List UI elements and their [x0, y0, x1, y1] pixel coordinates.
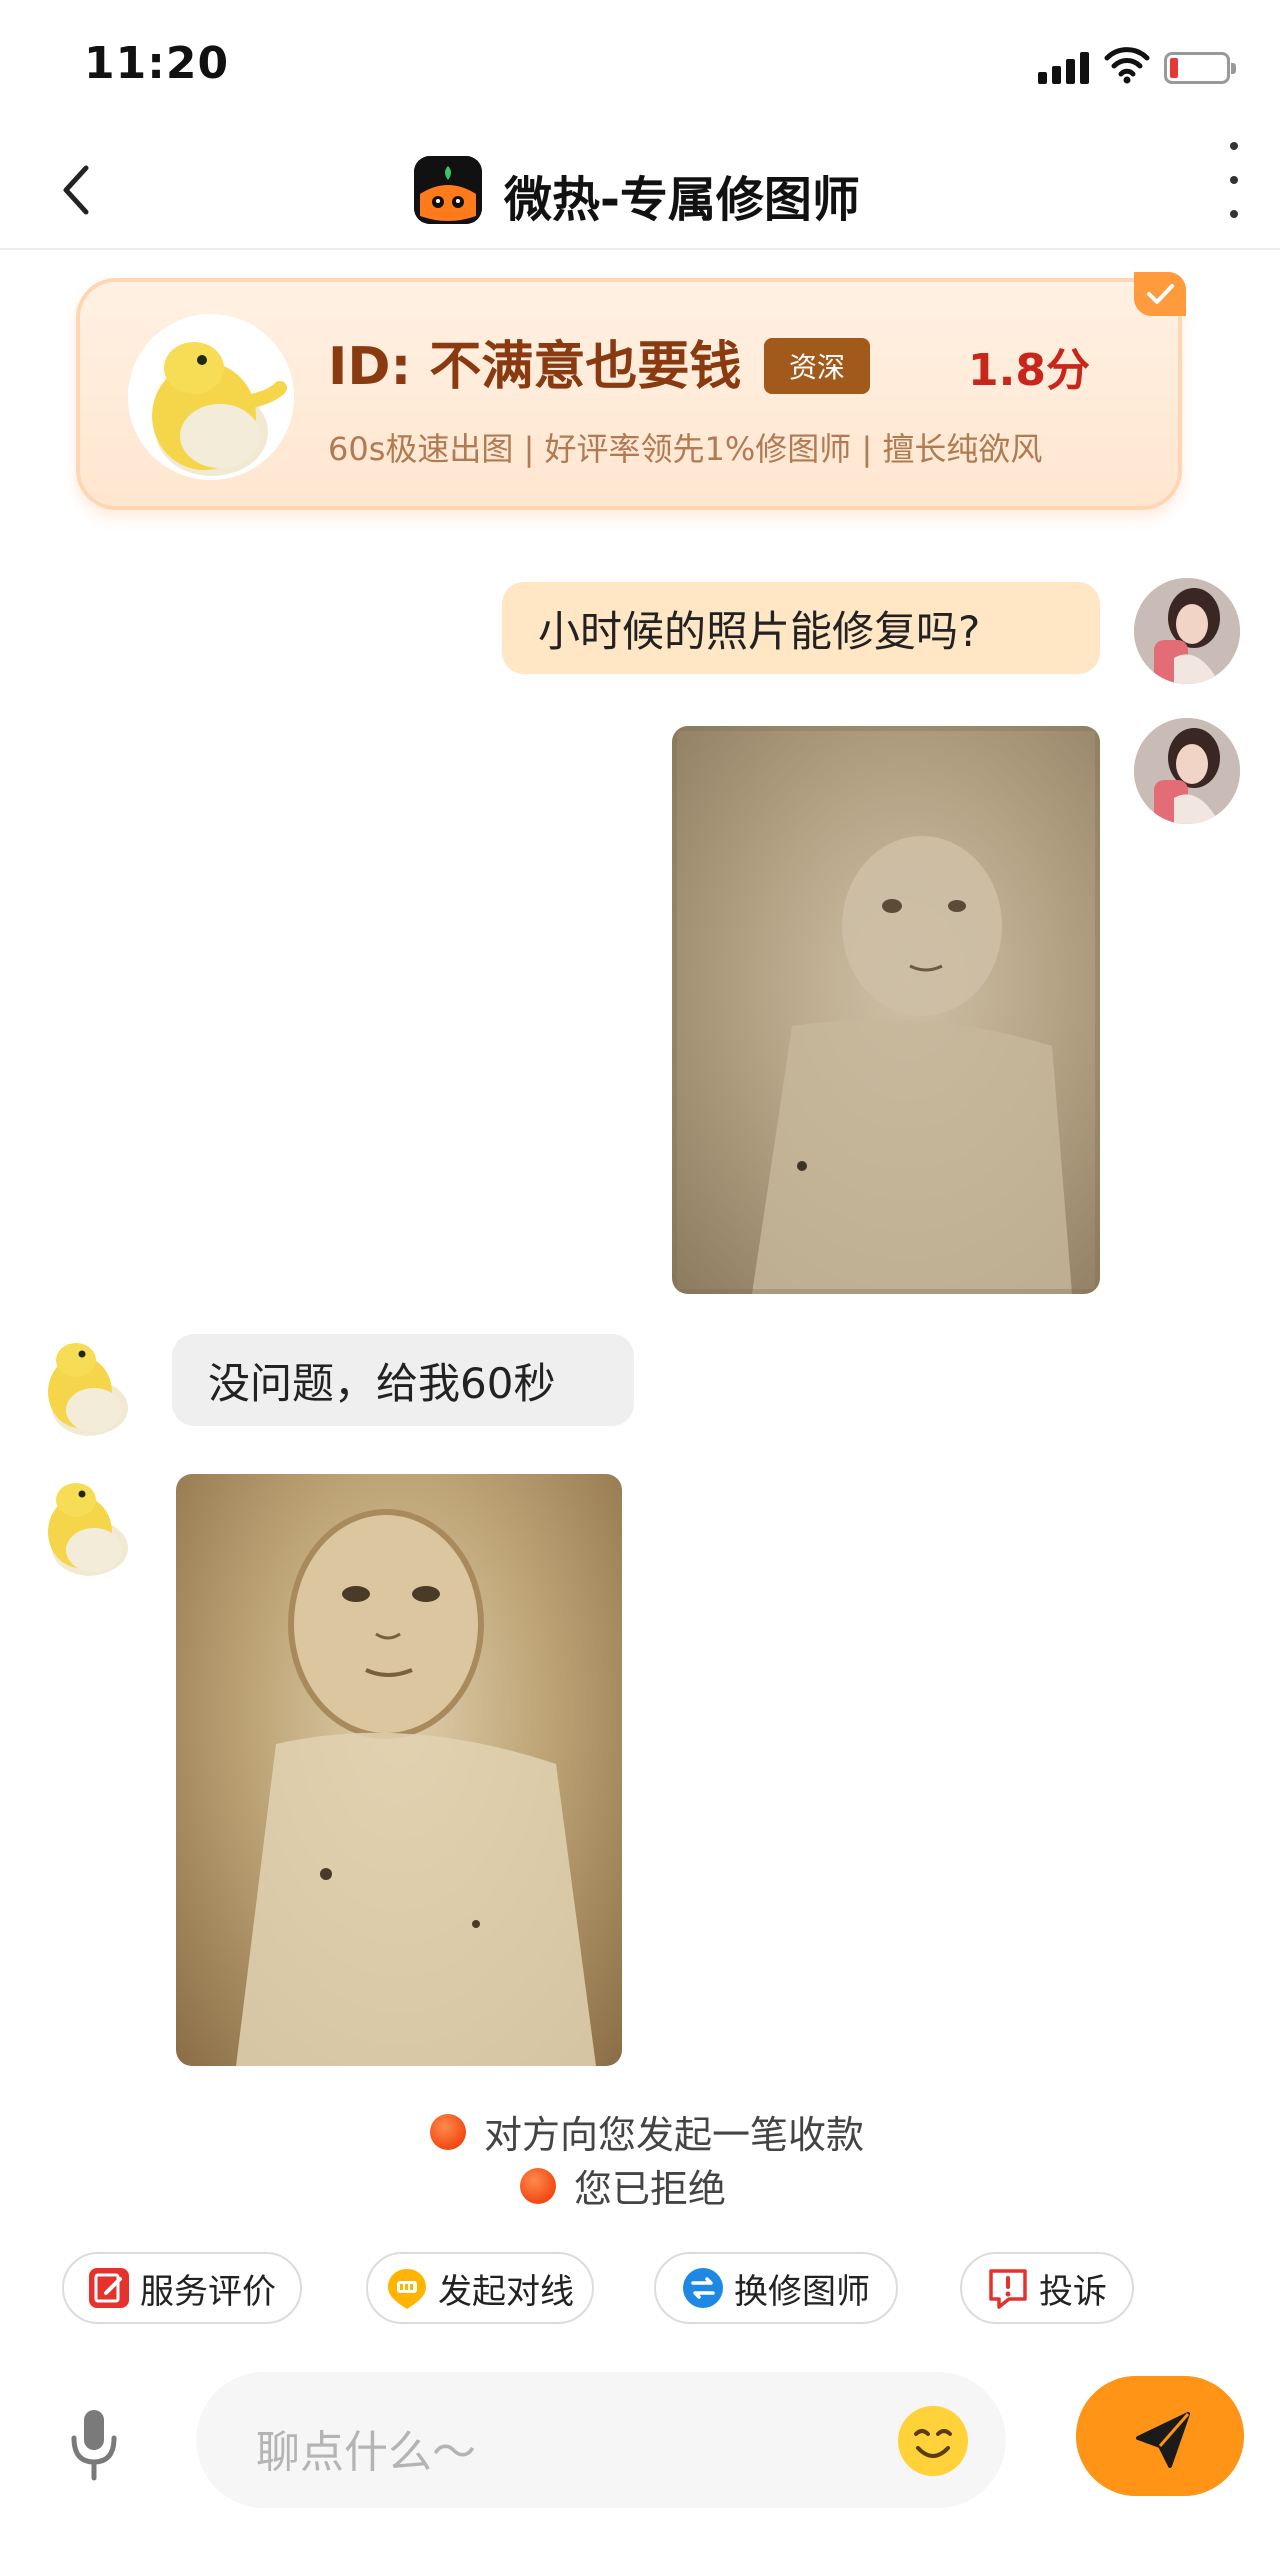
battery-icon — [1164, 52, 1236, 84]
chip-label: 服务评价 — [140, 2271, 276, 2312]
wifi-icon — [1104, 47, 1150, 84]
retoucher-avatar-small[interactable] — [32, 1466, 142, 1576]
verified-check-icon — [1134, 272, 1186, 316]
notice-dot-icon — [520, 2167, 556, 2204]
input-placeholder: 聊点什么～ — [256, 2427, 476, 2478]
retoucher-avatar — [128, 314, 294, 480]
notice-dot-icon — [430, 2113, 466, 2150]
chip-label: 发起对线 — [438, 2271, 574, 2312]
fight-icon — [388, 2269, 426, 2309]
status-bar: 11:20 — [0, 0, 1280, 130]
status-time: 11:20 — [84, 38, 230, 89]
back-arrow-icon[interactable] — [52, 160, 102, 220]
switch-retoucher-button[interactable]: 换修图师 — [654, 2252, 898, 2324]
nav-bar: 微热-专属修图师 — [0, 130, 1280, 250]
notice-text: 对方向您发起一笔收款 — [484, 2113, 865, 2157]
user-avatar[interactable] — [1134, 718, 1240, 824]
retoucher-avatar-small[interactable] — [32, 1326, 142, 1436]
rejected-notice: 您已拒绝 — [520, 2158, 726, 2213]
service-review-button[interactable]: 服务评价 — [62, 2252, 302, 2324]
restored-baby-photo[interactable] — [176, 1474, 622, 2066]
cellular-signal-icon — [1038, 52, 1090, 84]
retoucher-profile-card[interactable]: ID: 不满意也要钱 资深 1.8分 60s极速出图 | 好评率领先1%修图师 … — [76, 272, 1186, 510]
user-avatar[interactable] — [1134, 578, 1240, 684]
switch-icon — [683, 2268, 723, 2308]
payment-request-notice: 对方向您发起一笔收款 — [430, 2104, 864, 2159]
rating-score: 1.8分 — [968, 345, 1090, 396]
retoucher-id: ID: 不满意也要钱 — [328, 337, 742, 397]
old-baby-photo[interactable] — [672, 726, 1100, 1294]
notice-text: 您已拒绝 — [574, 2167, 727, 2211]
retoucher-description: 60s极速出图 | 好评率领先1%修图师 | 擅长纯欲风 — [328, 430, 1043, 468]
microphone-icon[interactable] — [64, 2404, 124, 2484]
chip-label: 投诉 — [1039, 2271, 1107, 2312]
send-button[interactable] — [1076, 2376, 1244, 2496]
emoji-icon[interactable] — [898, 2406, 968, 2476]
start-debate-button[interactable]: 发起对线 — [366, 2252, 594, 2324]
complain-button[interactable]: 投诉 — [960, 2252, 1134, 2324]
alert-icon — [989, 2269, 1027, 2309]
retoucher-message-bubble[interactable]: 没问题，给我60秒 — [172, 1334, 634, 1426]
chip-label: 换修图师 — [734, 2271, 870, 2312]
more-options-icon[interactable] — [1222, 142, 1246, 218]
message-input[interactable]: 聊点什么～ — [196, 2372, 1006, 2508]
chat-title: 微热-专属修图师 — [504, 172, 860, 228]
app-logo-icon — [414, 156, 482, 224]
edit-icon — [89, 2268, 129, 2308]
user-message-bubble[interactable]: 小时候的照片能修复吗? — [502, 582, 1100, 674]
senior-badge: 资深 — [764, 338, 870, 394]
